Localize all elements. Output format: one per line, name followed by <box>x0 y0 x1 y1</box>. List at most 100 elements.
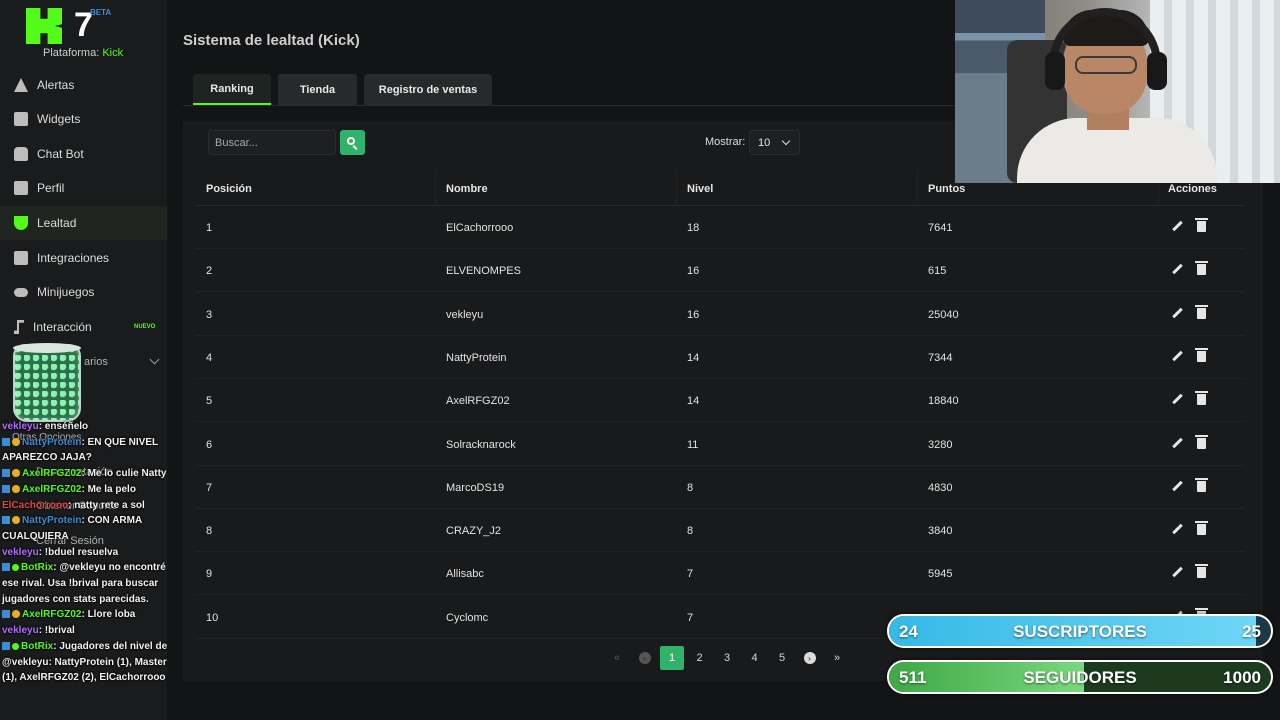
edit-icon[interactable] <box>1171 394 1183 406</box>
trash-icon[interactable] <box>1195 521 1208 536</box>
table-row: 1 ElCachorrooo 18 7641 <box>195 206 1245 249</box>
trash-icon[interactable] <box>1195 564 1208 579</box>
edit-icon[interactable] <box>1171 567 1183 579</box>
page-button-1[interactable]: 1 <box>660 646 684 670</box>
trash-icon[interactable] <box>1195 304 1208 319</box>
sidebar-item-chat-bot[interactable]: Chat Bot <box>0 137 167 171</box>
header-puntos[interactable]: Puntos <box>928 183 965 195</box>
webcam-overlay <box>955 0 1280 183</box>
sidebar-item-interaccion[interactable]: Interacción NUEVO <box>0 310 167 344</box>
cell-nombre: Solracknarock <box>446 438 516 451</box>
column-divider <box>676 170 677 206</box>
sidebar-item-perfil[interactable]: Perfil <box>0 171 167 205</box>
sidebar-item-comentarios[interactable]: arios <box>84 356 108 368</box>
headset-ear-left <box>1045 52 1065 90</box>
id-card-icon <box>14 181 28 195</box>
page-button-2[interactable]: 2 <box>688 646 712 670</box>
edit-icon[interactable] <box>1171 438 1183 450</box>
chat-text: : Me la pelo <box>81 483 136 495</box>
chat-message: vekleyu: !bduel resuelva <box>2 545 188 561</box>
headset-icon <box>1049 8 1161 88</box>
cell-posicion: 9 <box>206 568 213 581</box>
sidebar-item-widgets[interactable]: Widgets <box>0 102 167 136</box>
cell-puntos: 3280 <box>928 438 953 451</box>
trash-icon[interactable] <box>1195 347 1208 362</box>
prev-page-button[interactable]: ‹ <box>633 646 657 670</box>
cell-puntos: 3840 <box>928 525 953 538</box>
trash-icon[interactable] <box>1195 477 1208 492</box>
logo-tag: BETA <box>90 8 112 17</box>
chevron-right-icon: › <box>803 652 816 664</box>
sidebar-item-alertas[interactable]: Alertas <box>0 68 167 102</box>
cell-posicion: 10 <box>206 611 219 624</box>
page-size-select[interactable]: 10 <box>749 130 800 155</box>
search-button[interactable] <box>340 130 365 155</box>
chat-username: vekleyu <box>2 546 39 558</box>
last-page-button[interactable]: » <box>825 646 849 670</box>
page-button-4[interactable]: 4 <box>743 646 767 670</box>
search-input[interactable] <box>208 130 336 155</box>
edit-icon[interactable] <box>1171 351 1183 363</box>
header-nombre[interactable]: Nombre <box>446 183 488 195</box>
table-row: 5 AxelRFGZ02 14 18840 <box>195 379 1245 423</box>
chat-text: : !brival <box>38 625 75 637</box>
chat-message: vekleyu: !brival <box>2 623 188 639</box>
platform-value: Kick <box>102 47 124 59</box>
column-divider <box>435 170 436 206</box>
cell-nombre: AxelRFGZ02 <box>446 395 510 408</box>
headset-ear-right <box>1147 52 1167 90</box>
page-button-3[interactable]: 3 <box>715 646 739 670</box>
header-posicion[interactable]: Posición <box>206 183 252 195</box>
chat-text: : enséñelo <box>38 421 89 432</box>
table-row: 8 CRAZY_J2 8 3840 <box>195 509 1245 553</box>
trophy-icon <box>14 216 28 230</box>
chevron-down-icon <box>781 136 791 146</box>
edit-icon[interactable] <box>1171 221 1183 233</box>
sidebar-item-lealtad[interactable]: Lealtad <box>0 206 167 240</box>
chat-message: vekleyu: enséñelo <box>2 419 188 435</box>
sidebar-item-label: Integraciones <box>37 251 110 265</box>
cell-nivel: 8 <box>687 525 694 538</box>
table-row: 4 NattyProtein 14 7344 <box>195 336 1245 379</box>
table-row: 2 ELVENOMPES 16 615 <box>195 249 1245 293</box>
trash-icon[interactable] <box>1195 391 1208 406</box>
chat-username: AxelRFGZ02 <box>22 468 82 480</box>
sidebar-item-label: Interacción <box>33 320 92 334</box>
chat-text: : !bduel resuelva <box>38 546 119 558</box>
app-logo[interactable]: 7 BETA <box>26 6 111 46</box>
sidebar-item-integraciones[interactable]: Integraciones <box>0 241 167 275</box>
tab-ranking[interactable]: Ranking <box>193 74 271 105</box>
next-page-button[interactable]: › <box>798 646 822 670</box>
cell-posicion: 3 <box>206 308 213 321</box>
bot-badge-icon <box>12 564 19 572</box>
sidebar-item-minijuegos[interactable]: Minijuegos <box>0 275 167 309</box>
chat-username: vekleyu <box>2 625 39 637</box>
sidebar-item-label: Perfil <box>37 181 65 195</box>
chat-message: ElCachorrooo: natty rete a sol <box>2 498 188 514</box>
edit-icon[interactable] <box>1171 524 1183 536</box>
cell-nivel: 16 <box>687 265 700 278</box>
tab-tienda[interactable]: Tienda <box>278 74 357 105</box>
chat-message: BotRix: @vekleyu no encontré a ese rival… <box>2 560 188 607</box>
trash-icon[interactable] <box>1195 261 1208 276</box>
cell-nombre: NattyProtein <box>446 351 507 364</box>
tab-registro-ventas[interactable]: Registro de ventas <box>364 74 492 105</box>
stream-chat-overlay: vekleyu: enséñelo NattyProtein: EN QUE N… <box>2 419 188 686</box>
chat-username: BotRix <box>21 640 54 652</box>
trash-icon[interactable] <box>1195 218 1208 232</box>
edit-icon[interactable] <box>1171 264 1183 276</box>
kick-badge-icon <box>2 641 10 650</box>
coin-badge-icon <box>12 469 20 478</box>
trash-icon[interactable] <box>1195 434 1208 449</box>
edit-icon[interactable] <box>1171 308 1183 320</box>
cell-nombre: ElCachorrooo <box>446 222 514 234</box>
search-icon-handle <box>352 145 358 150</box>
header-nivel[interactable]: Nivel <box>687 183 713 195</box>
chat-username: NattyProtein <box>22 515 82 527</box>
first-page-button[interactable]: « <box>605 646 629 670</box>
chevron-down-icon[interactable] <box>149 354 160 365</box>
edit-icon[interactable] <box>1171 481 1183 493</box>
followers-label: SEGUIDORES <box>1023 668 1137 687</box>
page-button-5[interactable]: 5 <box>770 646 794 670</box>
cell-nivel: 11 <box>687 438 699 451</box>
